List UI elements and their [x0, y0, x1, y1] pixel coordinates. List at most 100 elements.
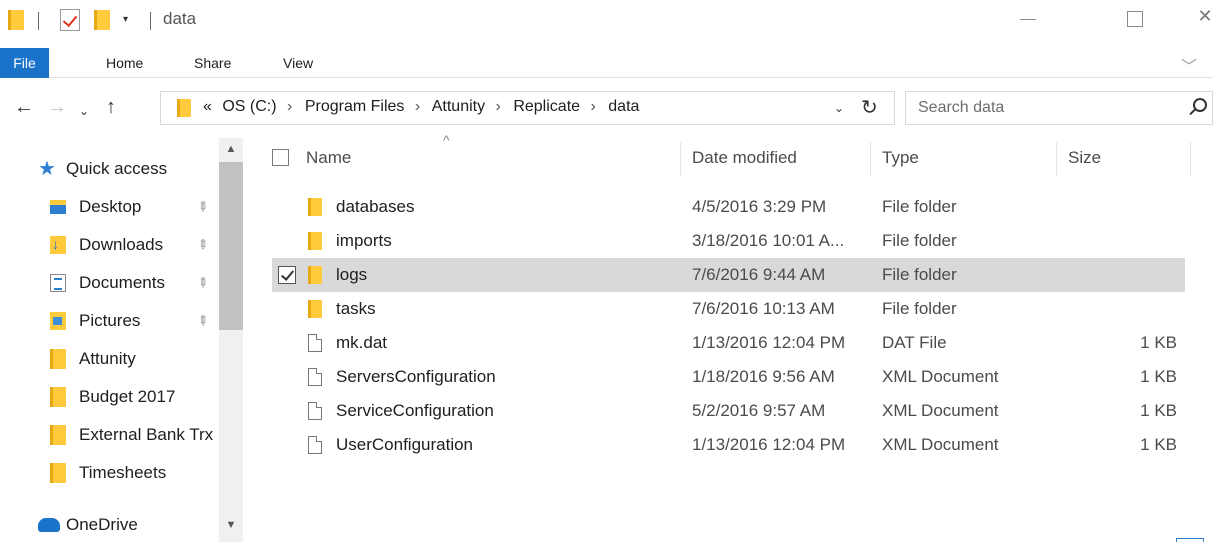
maximize-button[interactable]	[1117, 6, 1151, 32]
breadcrumb-separator-icon[interactable]: ›	[590, 98, 595, 115]
folder-icon	[50, 387, 66, 407]
column-divider[interactable]	[680, 142, 681, 176]
nav-item-timesheets[interactable]: Timesheets	[0, 454, 215, 492]
column-divider[interactable]	[1056, 142, 1057, 176]
documents-icon	[50, 274, 66, 292]
nav-item-desktop[interactable]: Desktop ✎	[0, 188, 215, 226]
file-type: File folder	[882, 265, 957, 284]
file-name: databases	[336, 197, 415, 216]
column-header-type[interactable]: Type	[882, 138, 919, 178]
file-date: 1/18/2016 9:56 AM	[692, 367, 835, 386]
expand-ribbon-chevron-icon[interactable]: ﹀	[1181, 53, 1197, 77]
address-history-chevron-icon[interactable]: ⌄	[834, 101, 844, 115]
breadcrumb: « OS (C:) › Program Files › Attunity › R…	[203, 98, 645, 116]
breadcrumb-item[interactable]: data	[608, 98, 639, 115]
tab-view[interactable]: View	[283, 48, 313, 78]
nav-item-onedrive[interactable]: OneDrive	[0, 506, 215, 542]
file-row[interactable]: ServiceConfiguration 5/2/2016 9:57 AM XM…	[272, 394, 1185, 428]
nav-item-label: Timesheets	[79, 463, 167, 482]
file-type: XML Document	[882, 435, 999, 454]
tab-home[interactable]: Home	[106, 48, 143, 78]
quick-access-star-icon: ★	[38, 158, 56, 180]
file-date: 7/6/2016 10:13 AM	[692, 299, 835, 318]
breadcrumb-item[interactable]: Attunity	[432, 98, 485, 115]
tab-file[interactable]: File	[0, 48, 49, 78]
file-row-selected[interactable]: logs 7/6/2016 9:44 AM File folder	[272, 258, 1185, 292]
nav-item-pictures[interactable]: Pictures ✎	[0, 302, 215, 340]
file-date: 7/6/2016 9:44 AM	[692, 265, 826, 284]
breadcrumb-separator-icon[interactable]: ›	[496, 98, 501, 115]
file-name: tasks	[336, 299, 376, 318]
breadcrumb-item[interactable]: OS (C:)	[222, 98, 276, 115]
column-divider[interactable]	[1190, 142, 1191, 176]
nav-item-budget-2017[interactable]: Budget 2017	[0, 378, 215, 416]
nav-scrollbar-thumb[interactable]	[219, 162, 243, 330]
search-box[interactable]: Search data	[905, 91, 1213, 125]
breadcrumb-item[interactable]: Program Files	[305, 98, 405, 115]
sort-ascending-icon: ^	[443, 132, 450, 148]
divider	[38, 12, 39, 30]
column-header-name[interactable]: Name	[306, 138, 351, 178]
nav-item-quick-access[interactable]: ★ Quick access	[0, 150, 215, 188]
scroll-down-arrow-icon[interactable]: ▼	[219, 514, 243, 536]
scroll-up-arrow-icon[interactable]: ▲	[219, 138, 243, 160]
window-title: data	[163, 9, 197, 28]
file-row[interactable]: mk.dat 1/13/2016 12:04 PM DAT File 1 KB	[272, 326, 1185, 360]
refresh-icon[interactable]: ↻	[861, 95, 878, 120]
file-type: File folder	[882, 231, 957, 250]
nav-item-documents[interactable]: Documents ✎	[0, 264, 215, 302]
search-icon[interactable]	[1193, 98, 1207, 112]
close-button[interactable]: ✕	[1188, 6, 1213, 32]
file-name: ServiceConfiguration	[336, 401, 494, 420]
file-date: 5/2/2016 9:57 AM	[692, 401, 826, 420]
downloads-icon	[50, 236, 66, 254]
file-icon	[308, 402, 322, 420]
file-name: UserConfiguration	[336, 435, 474, 454]
address-bar[interactable]: « OS (C:) › Program Files › Attunity › R…	[160, 91, 895, 125]
customize-quick-access-chevron-icon[interactable]: ▾	[123, 14, 128, 25]
file-row[interactable]: tasks 7/6/2016 10:13 AM File folder	[272, 292, 1185, 326]
onedrive-icon	[38, 518, 60, 532]
minimize-button[interactable]	[1012, 6, 1046, 32]
file-name: imports	[336, 231, 392, 250]
file-row[interactable]: imports 3/18/2016 10:01 A... File folder	[272, 224, 1185, 258]
row-checkbox[interactable]	[278, 266, 296, 284]
navigation-pane: ★ Quick access Desktop ✎ Downloads ✎ Doc…	[0, 138, 245, 542]
file-row[interactable]: ServersConfiguration 1/18/2016 9:56 AM X…	[272, 360, 1185, 394]
breadcrumb-separator-icon[interactable]: ›	[287, 98, 292, 115]
column-header-date-modified[interactable]: Date modified	[692, 138, 797, 178]
breadcrumb-separator-icon[interactable]: ›	[415, 98, 420, 115]
file-size: 1 KB	[1140, 435, 1177, 454]
nav-item-attunity[interactable]: Attunity	[0, 340, 215, 378]
properties-check-icon[interactable]	[60, 9, 80, 31]
file-size: 1 KB	[1140, 333, 1177, 352]
file-date: 4/5/2016 3:29 PM	[692, 197, 827, 216]
breadcrumb-overflow[interactable]: «	[203, 98, 212, 115]
new-folder-icon[interactable]	[94, 10, 110, 30]
folder-icon	[177, 99, 191, 117]
file-row[interactable]: databases 4/5/2016 3:29 PM File folder	[272, 190, 1185, 224]
search-input[interactable]: Search data	[918, 99, 1004, 117]
select-all-checkbox[interactable]	[272, 149, 289, 166]
file-type: File folder	[882, 197, 957, 216]
file-name: logs	[336, 265, 368, 284]
folder-icon[interactable]	[8, 10, 24, 30]
file-icon	[308, 334, 322, 352]
nav-item-external-bank-trx[interactable]: External Bank Trx	[0, 416, 215, 454]
back-button[interactable]: ←	[14, 95, 34, 119]
tab-share[interactable]: Share	[194, 48, 231, 78]
view-toggle-icon[interactable]	[1176, 538, 1204, 542]
column-divider[interactable]	[870, 142, 871, 176]
file-type: XML Document	[882, 401, 999, 420]
title-bar: ▾ data ✕	[0, 0, 1213, 40]
up-button[interactable]: ↑	[106, 95, 116, 119]
nav-item-downloads[interactable]: Downloads ✎	[0, 226, 215, 264]
folder-icon	[308, 266, 322, 284]
file-row[interactable]: UserConfiguration 1/13/2016 12:04 PM XML…	[272, 428, 1185, 462]
file-size: 1 KB	[1140, 367, 1177, 386]
file-name: ServersConfiguration	[336, 367, 496, 386]
recent-locations-button[interactable]: ⌄	[79, 99, 89, 123]
column-header-size[interactable]: Size	[1068, 138, 1101, 178]
forward-button[interactable]: →	[47, 95, 67, 119]
breadcrumb-item[interactable]: Replicate	[513, 98, 580, 115]
